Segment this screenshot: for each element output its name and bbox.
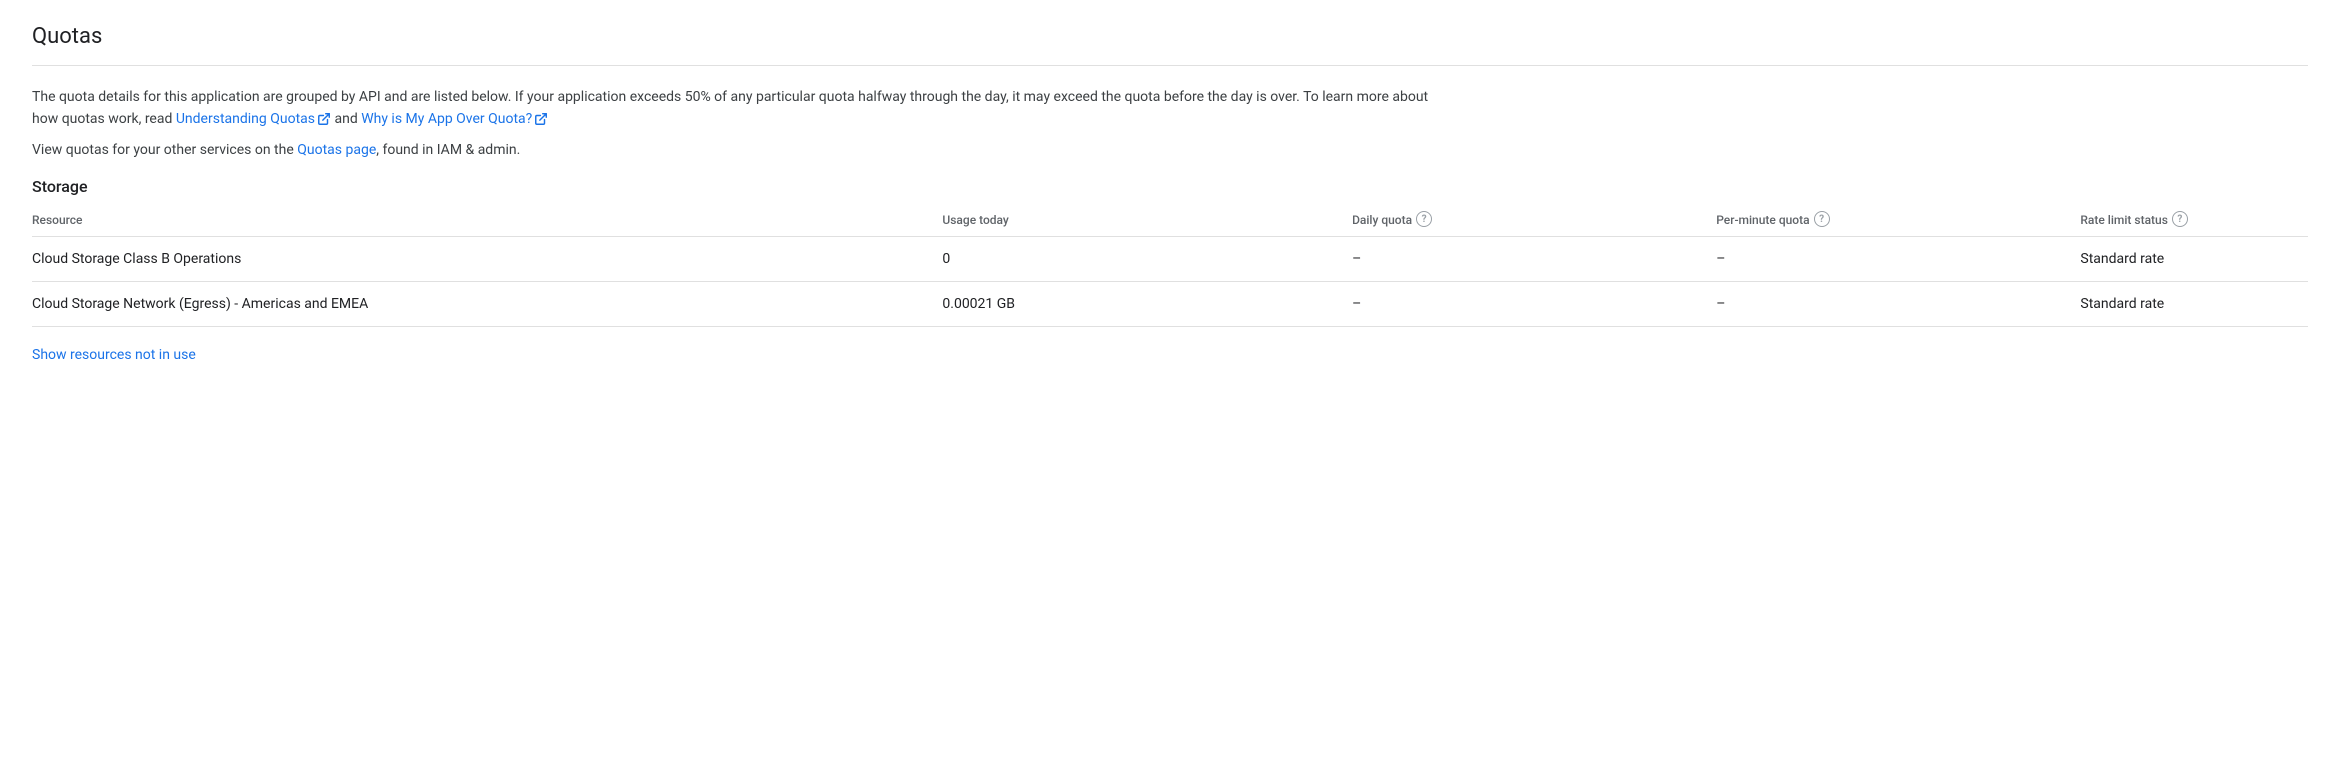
- row1-daily: –: [1352, 237, 1716, 282]
- page-title: Quotas: [32, 24, 2308, 49]
- understanding-quotas-link[interactable]: Understanding Quotas: [176, 111, 315, 127]
- section-divider: [32, 65, 2308, 66]
- row2-perminute: –: [1716, 282, 2080, 327]
- daily-quota-help-icon: ?: [1416, 211, 1432, 227]
- col-header-usage: Usage today: [942, 204, 1352, 237]
- col-header-resource: Resource: [32, 204, 942, 237]
- row2-resource: Cloud Storage Network (Egress) - America…: [32, 282, 942, 327]
- description-line2: View quotas for your other services on t…: [32, 139, 1432, 161]
- storage-section-title: Storage: [32, 177, 2308, 196]
- table-row: Cloud Storage Network (Egress) - America…: [32, 282, 2308, 327]
- description-line2-prefix: View quotas for your other services on t…: [32, 142, 297, 158]
- external-link-icon-2: [534, 112, 548, 126]
- external-link-icon-1: [317, 112, 331, 126]
- show-resources-link[interactable]: Show resources not in use: [32, 347, 196, 363]
- quotas-page-link[interactable]: Quotas page: [297, 142, 376, 158]
- table-header-row: Resource Usage today Daily quota ? Per-m…: [32, 204, 2308, 237]
- description-line2-suffix: , found in IAM & admin.: [376, 142, 520, 158]
- perminute-quota-help-icon: ?: [1814, 211, 1830, 227]
- row1-resource: Cloud Storage Class B Operations: [32, 237, 942, 282]
- ratelimit-help-icon: ?: [2172, 211, 2188, 227]
- col-header-perminute: Per-minute quota ?: [1716, 204, 2080, 237]
- description-line1: The quota details for this application a…: [32, 86, 1432, 131]
- storage-section: Storage Resource Usage today Daily quota…: [32, 177, 2308, 363]
- col-header-ratelimit: Rate limit status ?: [2080, 204, 2308, 237]
- col-header-daily: Daily quota ?: [1352, 204, 1716, 237]
- row2-ratelimit: Standard rate: [2080, 282, 2308, 327]
- description-separator: and: [331, 111, 361, 127]
- row1-usage: 0: [942, 237, 1352, 282]
- row1-perminute: –: [1716, 237, 2080, 282]
- row1-ratelimit: Standard rate: [2080, 237, 2308, 282]
- quota-table: Resource Usage today Daily quota ? Per-m…: [32, 204, 2308, 327]
- description-block: The quota details for this application a…: [32, 86, 1432, 161]
- table-row: Cloud Storage Class B Operations 0 – – S…: [32, 237, 2308, 282]
- why-over-quota-link[interactable]: Why is My App Over Quota?: [361, 111, 532, 127]
- row2-daily: –: [1352, 282, 1716, 327]
- row2-usage: 0.00021 GB: [942, 282, 1352, 327]
- page-container: Quotas The quota details for this applic…: [0, 0, 2340, 387]
